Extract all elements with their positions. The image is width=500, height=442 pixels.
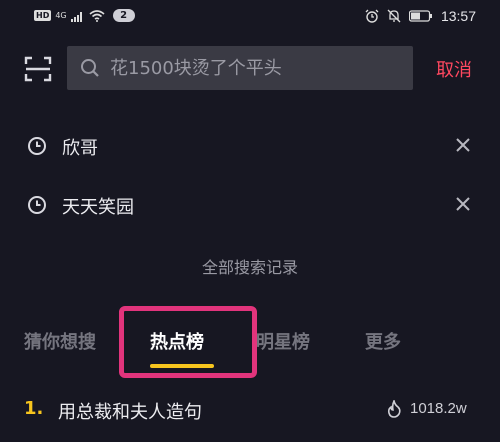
hot-title: 用总裁和夫人造句	[58, 402, 202, 423]
wifi-icon	[89, 9, 105, 22]
search-row: 取消	[0, 46, 500, 92]
status-right: 13:57	[365, 8, 476, 24]
hot-list-item[interactable]: 1. 用总裁和夫人造句 1018.2w	[0, 394, 500, 428]
close-icon[interactable]	[455, 137, 471, 153]
alarm-icon	[365, 9, 379, 23]
status-bar: HD 4G 2 13:57	[0, 0, 500, 36]
clock-icon	[28, 196, 46, 214]
tab-more[interactable]: 更多	[365, 328, 401, 354]
battery-icon	[408, 10, 432, 22]
hd-badge: HD	[34, 10, 52, 21]
history-item[interactable]: 天天笑园	[0, 185, 500, 225]
scan-button[interactable]	[24, 56, 52, 82]
history-item-label: 欣哥	[62, 138, 98, 159]
history-item-label: 天天笑园	[62, 197, 134, 218]
hot-count: 1018.2w	[410, 400, 467, 417]
search-box[interactable]	[67, 46, 413, 90]
signal-icon	[70, 11, 82, 22]
highlight-annotation-box	[119, 306, 257, 378]
flame-icon	[387, 400, 401, 418]
tab-guess[interactable]: 猜你想搜	[24, 328, 96, 354]
status-time: 13:57	[440, 8, 476, 24]
all-search-history-link[interactable]: 全部搜索记录	[0, 254, 500, 278]
history-item[interactable]: 欣哥	[0, 126, 500, 166]
screen: HD 4G 2 13:57 花1500块烫了个平头 取消 欣哥 天天笑园 全部搜…	[0, 0, 500, 442]
status-left: HD 4G 2	[34, 9, 135, 22]
network-label: 4G	[55, 11, 67, 20]
close-icon[interactable]	[455, 196, 471, 212]
search-icon	[80, 58, 100, 78]
tab-star-list[interactable]: 明星榜	[256, 328, 310, 354]
mute-bell-icon	[387, 9, 401, 23]
cancel-button[interactable]: 取消	[436, 56, 472, 82]
scan-icon	[24, 56, 52, 82]
notification-count-badge: 2	[112, 9, 135, 22]
search-input[interactable]	[108, 52, 412, 84]
hot-rank: 1.	[24, 398, 44, 419]
clock-icon	[28, 137, 46, 155]
